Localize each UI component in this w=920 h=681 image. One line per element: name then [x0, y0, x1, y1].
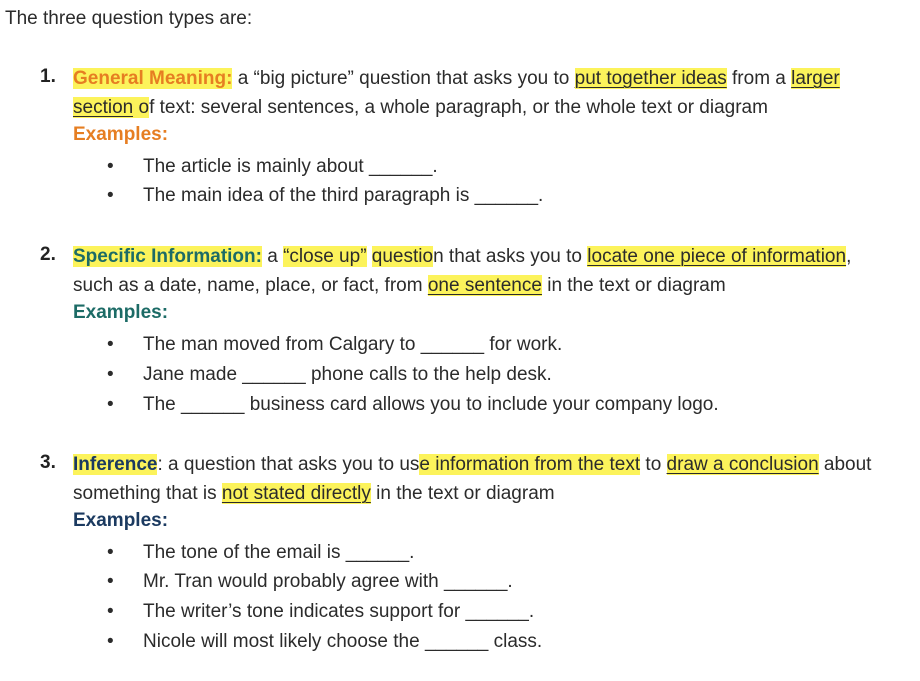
definition-line-2: something that is not stated directly in…: [73, 483, 555, 504]
definition-line-1: Inference: a question that asks you to u…: [73, 454, 872, 475]
examples-label: Examples:: [73, 302, 169, 323]
highlight-phrase: not stated directly: [221, 483, 371, 504]
examples-label: Examples:: [73, 124, 169, 145]
intro-text: The three question types are:: [5, 8, 253, 29]
highlight-phrase: e information from the text: [419, 454, 641, 475]
highlight-phrase: locate one piece of information: [587, 246, 847, 267]
bullet-icon: •: [107, 571, 114, 592]
bullet-icon: •: [107, 185, 114, 206]
examples-label: Examples:: [73, 510, 169, 531]
bullet-icon: •: [107, 631, 114, 652]
type-title: Specific Information:: [73, 246, 262, 267]
definition-line-1: Specific Information: a “close up” quest…: [73, 246, 852, 267]
list-number: 3.: [40, 452, 56, 473]
definition-line-2: section of text: several sentences, a wh…: [73, 97, 768, 118]
highlight-phrase: “close up”: [283, 246, 367, 267]
list-number: 1.: [40, 66, 56, 87]
bullet-icon: •: [107, 334, 114, 355]
highlight-phrase: one sentence: [427, 275, 542, 296]
definition-line-1: General Meaning: a “big picture” questio…: [73, 68, 840, 89]
bullet-icon: •: [107, 542, 114, 563]
type-title: General Meaning:: [73, 68, 233, 89]
bullet-icon: •: [107, 364, 114, 385]
bullet-icon: •: [107, 394, 114, 415]
type-title: Inference: [73, 454, 158, 475]
highlight-phrase: section: [73, 97, 134, 118]
highlight-phrase: questio: [371, 246, 434, 267]
highlight-phrase: put together ideas: [574, 68, 727, 89]
highlight-phrase: larger: [791, 68, 840, 89]
highlight-phrase: draw a conclusion: [666, 454, 819, 475]
bullet-icon: •: [107, 156, 114, 177]
list-number: 2.: [40, 244, 56, 265]
bullet-icon: •: [107, 601, 114, 622]
definition-line-2: such as a date, name, place, or fact, fr…: [73, 275, 726, 296]
